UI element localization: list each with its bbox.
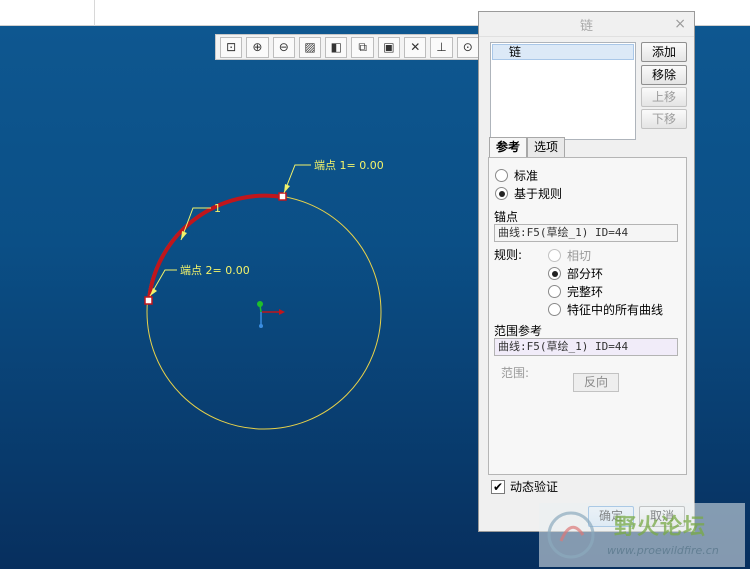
view-toolbar: ⊡ ⊕ ⊖ ▨ ◧ ⧉ ▣ ✕ ⊥ ⊙ (215, 34, 480, 60)
annotation-display-icon[interactable]: ⊥ (430, 36, 453, 58)
dynamic-verify-checkbox[interactable]: ✔ (491, 479, 505, 494)
radio-standard-label: 标准 (514, 169, 539, 183)
endpoint1-marker[interactable] (278, 192, 287, 201)
radio-complete-loop-circle[interactable] (548, 285, 561, 298)
range-ref-field[interactable]: 曲线:F5(草绘_1) ID=44 (494, 338, 678, 356)
dialog-title-bar: 链 × (479, 12, 694, 37)
references-panel: 标准 基于规则 锚点 曲线:F5(草绘_1) ID=44 规则: 相切 部分环 … (488, 157, 687, 475)
tab-options[interactable]: 选项 (527, 137, 566, 157)
watermark: 野火论坛 www.proewildfire.cn (539, 503, 745, 567)
radio-tangent[interactable]: 相切 (548, 247, 591, 264)
chain-number-arrowhead (181, 231, 187, 240)
endpoint2-marker[interactable] (144, 296, 153, 305)
radio-all-feature-curves-circle[interactable] (548, 303, 561, 316)
radio-tangent-circle[interactable] (548, 249, 561, 262)
tab-bar: 参考 选项 (489, 137, 566, 158)
watermark-text: 野火论坛 (614, 515, 707, 540)
radio-partial-loop-circle[interactable] (548, 267, 561, 280)
move-down-button[interactable]: 下移 (641, 109, 687, 129)
datum-display-icon[interactable]: ✕ (404, 36, 427, 58)
csys-z-dot (259, 324, 263, 328)
remove-button[interactable]: 移除 (641, 65, 687, 85)
list-item[interactable]: 链 (492, 44, 634, 60)
dynamic-verify-label: 动态验证 (510, 480, 559, 494)
watermark-url: www.proewildfire.cn (607, 544, 719, 557)
radio-partial-loop[interactable]: 部分环 (548, 265, 603, 282)
zoom-in-icon[interactable]: ⊕ (246, 36, 269, 58)
chain-number-label: 1 (214, 202, 221, 215)
anchor-field[interactable]: 曲线:F5(草绘_1) ID=44 (494, 224, 678, 242)
move-up-button[interactable]: 上移 (641, 87, 687, 107)
radio-rule-based-label: 基于规则 (514, 187, 563, 201)
view-manager-icon[interactable]: ▣ (377, 36, 401, 58)
csys-origin-green (257, 301, 263, 307)
radio-complete-loop-label: 完整环 (567, 285, 604, 299)
endpoint1-leader (283, 164, 311, 194)
endpoint1-arrowhead (284, 184, 290, 193)
zoom-fit-icon[interactable]: ⊡ (220, 36, 243, 58)
radio-all-feature-curves[interactable]: 特征中的所有曲线 (548, 301, 663, 318)
range-ref-label: 范围参考 (494, 324, 543, 338)
close-icon[interactable]: × (674, 16, 686, 32)
rule-label: 规则: (494, 248, 523, 262)
add-button[interactable]: 添加 (641, 42, 687, 62)
endpoint2-label: 端点 2= 0.00 (180, 264, 250, 277)
dialog-title: 链 (579, 18, 593, 34)
reverse-button[interactable]: 反向 (573, 373, 619, 392)
range-label: 范围: (501, 366, 530, 380)
radio-all-feature-curves-label: 特征中的所有曲线 (567, 303, 664, 317)
tab-references[interactable]: 参考 (489, 137, 528, 158)
csys-x-arrow (279, 309, 285, 315)
radio-tangent-label: 相切 (567, 249, 592, 263)
zoom-out-icon[interactable]: ⊖ (272, 36, 295, 58)
dynamic-verify[interactable]: ✔ 动态验证 (491, 478, 558, 495)
repaint-icon[interactable]: ▨ (298, 36, 322, 58)
watermark-logo (547, 511, 595, 559)
anchor-label: 锚点 (494, 210, 519, 224)
spin-center-icon[interactable]: ⊙ (456, 36, 479, 58)
display-style-icon[interactable]: ◧ (325, 36, 348, 58)
radio-rule-based[interactable]: 基于规则 (495, 185, 562, 202)
radio-partial-loop-label: 部分环 (567, 267, 604, 281)
chain-dialog: 链 × 链 添加 移除 上移 下移 参考 选项 标准 基于规则 锚点 曲线:F5… (478, 11, 695, 532)
radio-standard[interactable]: 标准 (495, 167, 538, 184)
saved-views-icon[interactable]: ⧉ (351, 36, 374, 58)
radio-rule-based-circle[interactable] (495, 187, 508, 200)
endpoint1-label: 端点 1= 0.00 (314, 159, 384, 172)
radio-complete-loop[interactable]: 完整环 (548, 283, 603, 300)
radio-standard-circle[interactable] (495, 169, 508, 182)
chain-list[interactable]: 链 (490, 42, 636, 140)
